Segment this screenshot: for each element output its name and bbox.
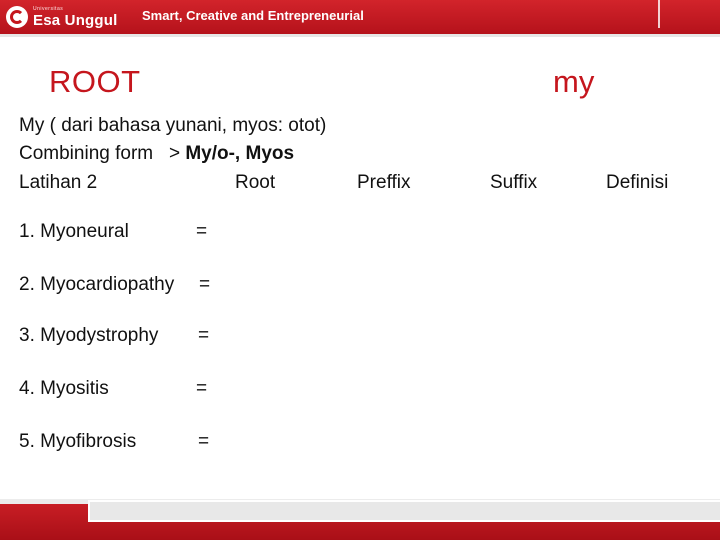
combining-form-label: Combining form > [19,143,186,164]
combining-form-value: My/o-, Myos [185,143,295,164]
list-item-term: 1. Myoneural [19,221,129,242]
column-header-suffix: Suffix [490,172,538,193]
list-item-equals: = [198,431,210,452]
header-tagline: Smart, Creative and Entrepreneurial [142,8,364,23]
logo-name: Esa Unggul [33,11,118,29]
exercise-label: Latihan 2 [19,172,98,193]
list-item-equals: = [198,325,210,346]
header-divider [658,0,660,28]
header-underline [0,34,720,37]
list-item-term: 5. Myofibrosis [19,431,137,452]
combining-form-line: Combining form > My/o-, Myos [19,143,294,165]
logo-emblem-icon [6,6,28,28]
header-banner: Universitas Esa Unggul Smart, Creative a… [0,0,720,34]
column-header-definition: Definisi [606,172,669,193]
list-item-equals: = [196,221,208,242]
definition-line: My ( dari bahasa yunani, myos: otot) [19,115,327,136]
university-logo: Universitas Esa Unggul [6,4,118,30]
column-header-prefix: Preffix [357,172,411,193]
list-item-equals: = [199,274,211,295]
column-header-root: Root [235,172,276,193]
list-item-term: 4. Myositis [19,378,109,399]
slide-title: ROOT [49,64,141,99]
slide-title-root: my [553,64,595,99]
logo-subtext: Universitas [33,5,64,12]
list-item-term: 2. Myocardiopathy [19,274,175,295]
footer-frame [88,500,720,522]
list-item-term: 3. Myodystrophy [19,325,159,346]
list-item-equals: = [196,378,208,399]
